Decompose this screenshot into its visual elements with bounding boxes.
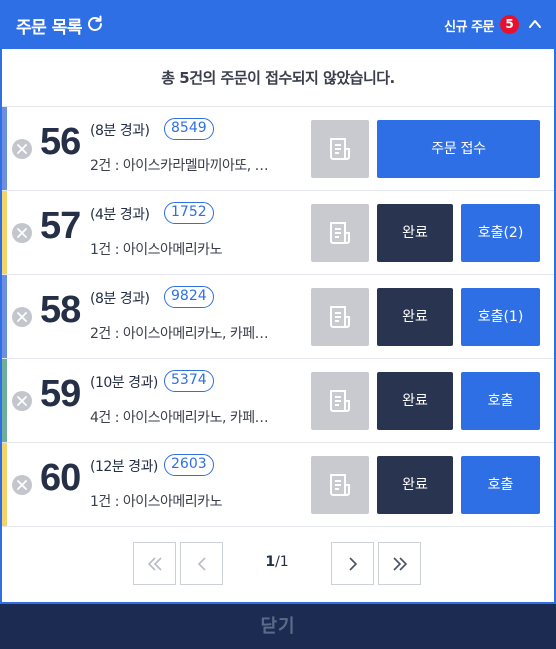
pagination: 1/1: [2, 527, 554, 602]
order-items: 1건 : 아이스아메리카노: [90, 242, 222, 258]
total-pages: /1: [275, 554, 289, 570]
close-icon: [17, 144, 27, 154]
complete-button[interactable]: 완료: [377, 372, 453, 430]
receipt-button[interactable]: [311, 456, 369, 514]
next-page-button[interactable]: [331, 542, 374, 585]
receipt-icon: [330, 390, 350, 412]
pickup-code: 2603: [164, 454, 214, 476]
order-row: 58 (8분 경과) 9824 2건 : 아이스아메리카노, 카페… 완료 호출…: [2, 275, 554, 359]
double-chevron-left-icon: [147, 557, 162, 571]
pickup-code: 9824: [164, 286, 214, 308]
complete-button[interactable]: 완료: [377, 204, 453, 262]
order-items: 1건 : 아이스아메리카노: [90, 494, 222, 510]
receipt-button[interactable]: [311, 204, 369, 262]
receipt-icon: [330, 474, 350, 496]
order-row: 60 (12분 경과) 2603 1건 : 아이스아메리카노 완료 호출: [2, 443, 554, 527]
order-number: 56: [40, 121, 81, 163]
call-customer-button[interactable]: 호출(2): [461, 204, 540, 262]
order-items: 2건 : 아이스아메리카노, 카페…: [90, 326, 269, 342]
call-customer-button[interactable]: 호출(1): [461, 288, 540, 346]
receipt-icon: [330, 306, 350, 328]
elapsed-time: (8분 경과): [90, 123, 150, 139]
receipt-icon: [330, 222, 350, 244]
chevron-left-icon: [197, 557, 206, 571]
order-status-stripe: [2, 443, 7, 526]
call-customer-button[interactable]: 호출: [461, 372, 540, 430]
order-row: 59 (10분 경과) 5374 4건 : 아이스아메리카노, 카페… 완료 호…: [2, 359, 554, 443]
cancel-order-button[interactable]: [12, 391, 32, 411]
order-status-stripe: [2, 191, 7, 274]
call-customer-button[interactable]: 호출: [461, 456, 540, 514]
chevron-right-icon: [349, 557, 358, 571]
elapsed-time: (10분 경과): [90, 375, 158, 391]
receipt-icon: [330, 138, 350, 160]
double-chevron-right-icon: [393, 557, 408, 571]
page-title: 주문 목록: [16, 18, 82, 38]
close-icon: [17, 480, 27, 490]
first-page-button[interactable]: [133, 542, 176, 585]
complete-button[interactable]: 완료: [377, 288, 453, 346]
chevron-up-icon[interactable]: [528, 17, 542, 31]
new-orders-label: 신규 주문: [444, 20, 494, 35]
accept-order-button[interactable]: 주문 접수: [377, 120, 540, 178]
order-number: 58: [40, 289, 81, 331]
order-number: 57: [40, 205, 81, 247]
pickup-code: 1752: [164, 202, 214, 224]
order-row: 57 (4분 경과) 1752 1건 : 아이스아메리카노 완료 호출(2): [2, 191, 554, 275]
prev-page-button[interactable]: [180, 542, 223, 585]
close-icon: [17, 312, 27, 322]
close-icon: [17, 228, 27, 238]
receipt-button[interactable]: [311, 120, 369, 178]
close-icon: [17, 396, 27, 406]
elapsed-time: (12분 경과): [90, 459, 158, 475]
order-number: 59: [40, 373, 81, 415]
order-status-stripe: [2, 275, 7, 358]
refresh-icon[interactable]: [85, 14, 105, 34]
cancel-order-button[interactable]: [12, 475, 32, 495]
order-items: 4건 : 아이스아메리카노, 카페…: [90, 410, 269, 426]
order-items: 2건 : 아이스카라멜마끼아또, …: [90, 158, 269, 174]
pickup-code: 5374: [164, 370, 214, 392]
unaccepted-notice: 총 5건의 주문이 접수되지 않았습니다.: [2, 49, 554, 107]
current-page: 1: [265, 554, 276, 570]
cancel-order-button[interactable]: [12, 139, 32, 159]
pickup-code: 8549: [164, 118, 214, 140]
receipt-button[interactable]: [311, 372, 369, 430]
complete-button[interactable]: 완료: [377, 456, 453, 514]
page-indicator: 1/1: [252, 554, 302, 570]
order-number: 60: [40, 457, 81, 499]
order-row: 56 (8분 경과) 8549 2건 : 아이스카라멜마끼아또, … 주문 접수: [2, 107, 554, 191]
close-button[interactable]: 닫기: [0, 602, 556, 649]
header: 주문 목록 신규 주문 5: [0, 0, 556, 49]
cancel-order-button[interactable]: [12, 307, 32, 327]
receipt-button[interactable]: [311, 288, 369, 346]
elapsed-time: (4분 경과): [90, 207, 150, 223]
cancel-order-button[interactable]: [12, 223, 32, 243]
new-orders-badge: 5: [500, 15, 519, 34]
order-status-stripe: [2, 107, 7, 190]
elapsed-time: (8분 경과): [90, 291, 150, 307]
last-page-button[interactable]: [378, 542, 421, 585]
order-status-stripe: [2, 359, 7, 442]
